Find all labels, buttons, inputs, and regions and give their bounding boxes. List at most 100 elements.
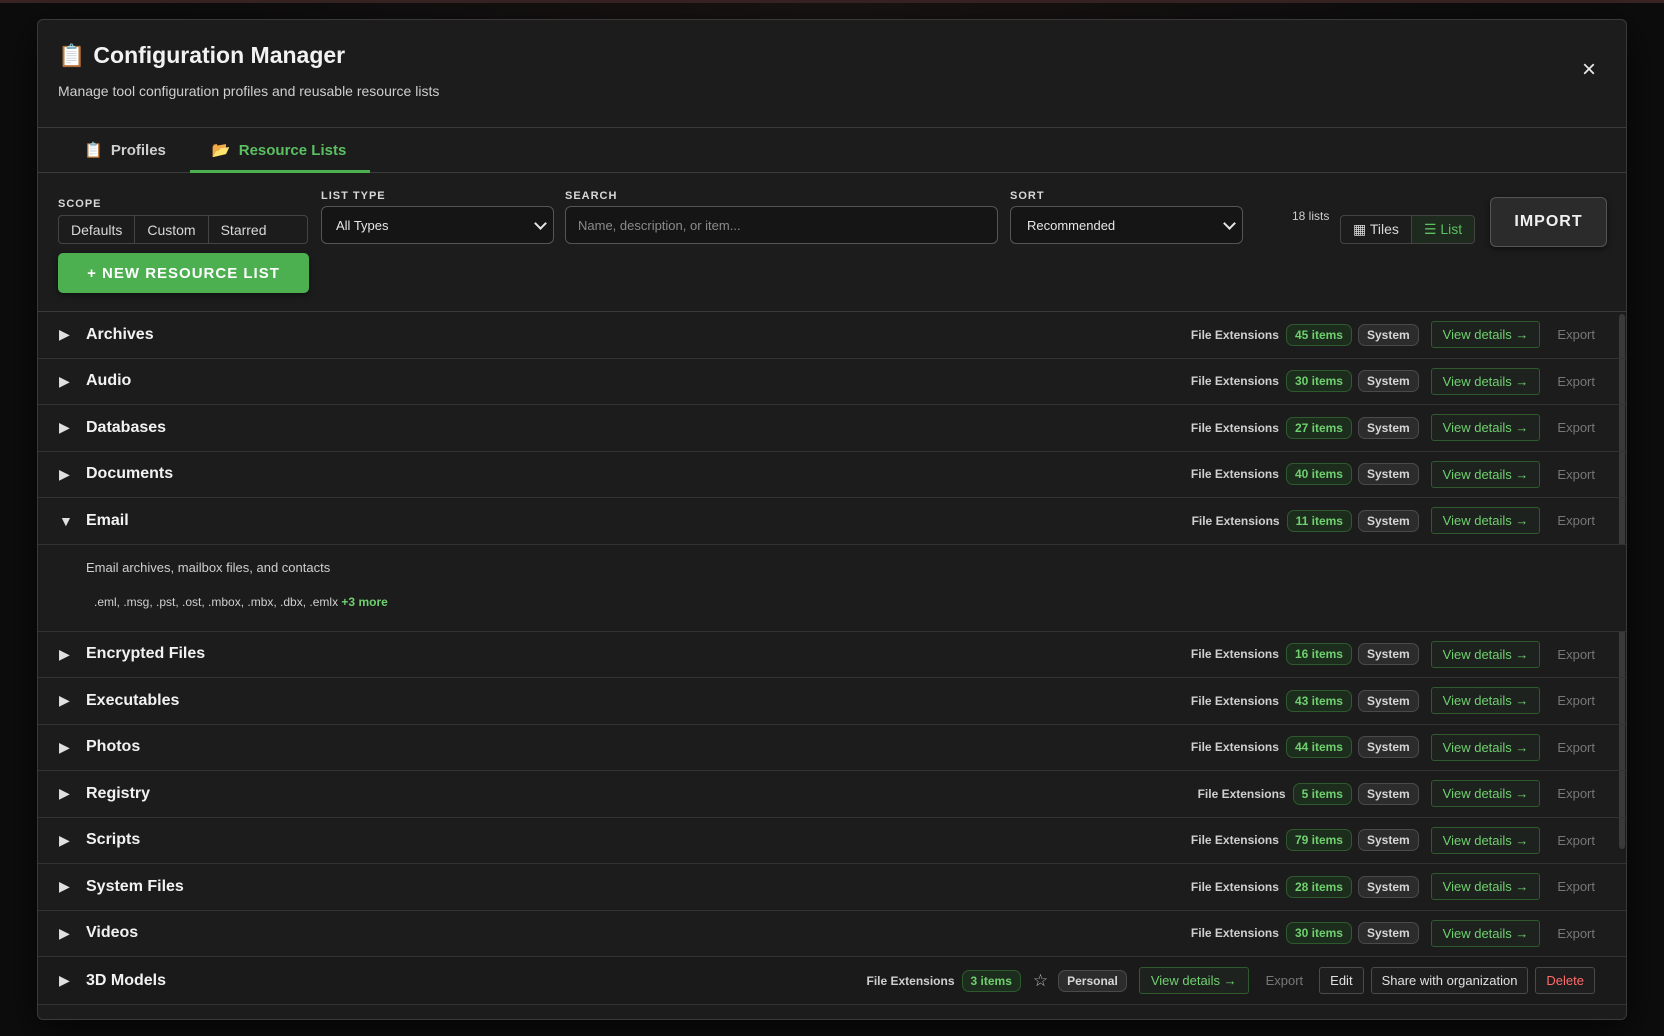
collapsed-arrow-icon[interactable]: ▶ xyxy=(59,646,70,663)
collapsed-arrow-icon[interactable]: ▶ xyxy=(59,832,70,849)
list-item[interactable]: ▶ Encrypted Files File Extensions 16 items S… xyxy=(38,632,1626,678)
export-button[interactable]: Export xyxy=(1557,786,1595,801)
share-button[interactable]: Share with organization xyxy=(1370,967,1529,994)
view-details-button[interactable]: View details → xyxy=(1430,414,1541,442)
list-item-name: Databases xyxy=(86,418,167,436)
page-subtitle: Manage tool configuration profiles and r… xyxy=(58,83,440,99)
list-item-meta: File Extensions 28 items System View detail… xyxy=(1191,864,1626,910)
owner-badge: System xyxy=(1357,370,1419,393)
export-button[interactable]: Export xyxy=(1557,467,1595,482)
config-manager-modal: 📋 Configuration Manager Manage tool conf… xyxy=(37,19,1627,1020)
list-item[interactable]: ▶ Photos File Extensions 44 items System View… xyxy=(38,725,1626,771)
collapsed-arrow-icon[interactable]: ▶ xyxy=(59,419,70,436)
list-type-text: File Extensions xyxy=(1190,467,1279,482)
view-details-button[interactable]: View details → xyxy=(1430,826,1541,854)
page-title: 📋 Configuration Manager xyxy=(58,42,1606,69)
collapsed-arrow-icon[interactable]: ▶ xyxy=(59,785,70,802)
scope-label: SCOPE xyxy=(58,198,102,210)
collapsed-arrow-icon[interactable]: ▶ xyxy=(59,373,70,390)
export-button[interactable]: Export xyxy=(1557,879,1595,894)
list-item[interactable]: ▶ Registry File Extensions 5 items System Vie… xyxy=(38,771,1626,818)
view-details-button[interactable]: View details → xyxy=(1430,640,1541,668)
view-details-button[interactable]: View details → xyxy=(1430,367,1541,395)
list-item-name: 3D Models xyxy=(86,971,167,989)
tab-profiles[interactable]: 📋 Profiles xyxy=(62,128,190,173)
export-button[interactable]: Export xyxy=(1557,327,1595,342)
view-tiles-button[interactable]: ▦ Tiles xyxy=(1341,216,1412,243)
view-details-button[interactable]: View details → xyxy=(1430,460,1541,488)
view-list-button[interactable]: ☰ List xyxy=(1411,216,1475,243)
export-button[interactable]: Export xyxy=(1557,693,1595,708)
expanded-arrow-icon[interactable]: ▼ xyxy=(59,513,73,529)
more-extensions-link[interactable]: +3 more xyxy=(341,595,387,609)
delete-button[interactable]: Delete xyxy=(1535,967,1595,994)
edit-button[interactable]: Edit xyxy=(1319,967,1364,994)
list-item[interactable]: ▶ Scripts File Extensions 79 items System Vie… xyxy=(38,818,1626,864)
export-button[interactable]: Export xyxy=(1557,740,1595,755)
item-count-badge: 44 items xyxy=(1285,736,1352,759)
sort-value: Recommended xyxy=(1027,217,1116,233)
new-resource-list-button[interactable]: + NEW RESOURCE LIST xyxy=(58,253,309,293)
collapsed-arrow-icon[interactable]: ▶ xyxy=(59,692,70,709)
sort-select[interactable]: Recommended xyxy=(1010,206,1243,244)
list-item[interactable]: ▶ Archives File Extensions 45 items System Vi… xyxy=(38,312,1626,359)
list-item-name: Documents xyxy=(86,465,174,483)
view-details-button[interactable]: View details → xyxy=(1430,873,1541,901)
list-item-name: Executables xyxy=(86,691,180,709)
item-count-badge: 28 items xyxy=(1285,875,1352,898)
tab-label: Resource Lists xyxy=(238,142,347,159)
list-type-select[interactable]: All Types xyxy=(321,206,554,244)
export-button[interactable]: Export xyxy=(1557,374,1595,389)
list-item[interactable]: ▶ Documents File Extensions 40 items System V… xyxy=(38,452,1626,498)
scope-defaults[interactable]: Defaults xyxy=(59,216,136,243)
scope-starred[interactable]: Starred xyxy=(209,216,307,243)
clipboard-icon: 📋 xyxy=(58,42,86,68)
list-item[interactable]: ▶ Executables File Extensions 43 items Syste… xyxy=(38,678,1626,725)
export-button[interactable]: Export xyxy=(1557,513,1595,528)
list-item-meta: File Extensions 30 items System View detail… xyxy=(1191,911,1626,957)
collapsed-arrow-icon[interactable]: ▶ xyxy=(59,878,70,895)
top-border xyxy=(0,0,1664,3)
export-button[interactable]: Export xyxy=(1557,833,1595,848)
list-count: 18 lists xyxy=(1292,209,1330,223)
tab-resource-lists[interactable]: 📂 Resource Lists xyxy=(189,128,371,173)
list-item[interactable]: ▶ Audio File Extensions 30 items System View … xyxy=(38,359,1626,405)
star-icon[interactable]: ☆ xyxy=(1033,971,1048,991)
extension-list: .eml, .msg, .pst, .ost, .mbox, .mbx, .db… xyxy=(94,594,339,609)
list-item[interactable]: ▶ Databases File Extensions 27 items System V… xyxy=(38,405,1626,452)
list-item[interactable]: ▼ Email File Extensions 11 items System View … xyxy=(38,498,1626,545)
scope-custom[interactable]: Custom xyxy=(135,216,209,243)
view-details-button[interactable]: View details → xyxy=(1430,507,1541,535)
export-button[interactable]: Export xyxy=(1557,420,1595,435)
list-type-text: File Extensions xyxy=(1190,647,1279,662)
list-item[interactable]: ▶ System Files File Extensions 28 items Syst… xyxy=(38,864,1626,911)
collapsed-arrow-icon[interactable]: ▶ xyxy=(59,972,70,989)
collapsed-arrow-icon[interactable]: ▶ xyxy=(59,466,70,483)
collapsed-arrow-icon[interactable]: ▶ xyxy=(59,326,70,343)
owner-badge: System xyxy=(1357,643,1419,666)
list-item-meta: File Extensions 40 items System View detail… xyxy=(1191,452,1626,498)
view-details-button[interactable]: View details → xyxy=(1430,733,1541,761)
view-details-button[interactable]: View details → xyxy=(1430,919,1541,947)
search-input[interactable] xyxy=(565,206,998,244)
tab-label: Profiles xyxy=(110,142,166,159)
item-count-badge: 11 items xyxy=(1286,509,1352,532)
close-icon[interactable]: × xyxy=(1582,58,1596,82)
export-button[interactable]: Export xyxy=(1557,926,1595,941)
list-item[interactable]: ▶ 3D Models File Extensions 3 items ☆ Persona… xyxy=(38,957,1626,1005)
item-count-badge: 27 items xyxy=(1285,416,1352,439)
item-count-badge: 45 items xyxy=(1285,323,1352,346)
list-type-text: File Extensions xyxy=(866,973,955,988)
view-details-button[interactable]: View details → xyxy=(1430,321,1541,349)
view-details-button[interactable]: View details → xyxy=(1430,687,1541,715)
collapsed-arrow-icon[interactable]: ▶ xyxy=(59,739,70,756)
import-button[interactable]: IMPORT xyxy=(1490,197,1607,247)
list-item[interactable]: ▶ Videos File Extensions 30 items System View… xyxy=(38,911,1626,957)
collapsed-arrow-icon[interactable]: ▶ xyxy=(59,925,70,942)
view-details-button[interactable]: View details → xyxy=(1138,967,1249,994)
export-button[interactable]: Export xyxy=(1266,973,1304,988)
export-button[interactable]: Export xyxy=(1557,647,1595,662)
resource-list: ▶ Archives File Extensions 45 items System Vi… xyxy=(38,312,1626,1012)
view-details-button[interactable]: View details → xyxy=(1430,780,1541,808)
list-item-name: Audio xyxy=(86,372,132,390)
